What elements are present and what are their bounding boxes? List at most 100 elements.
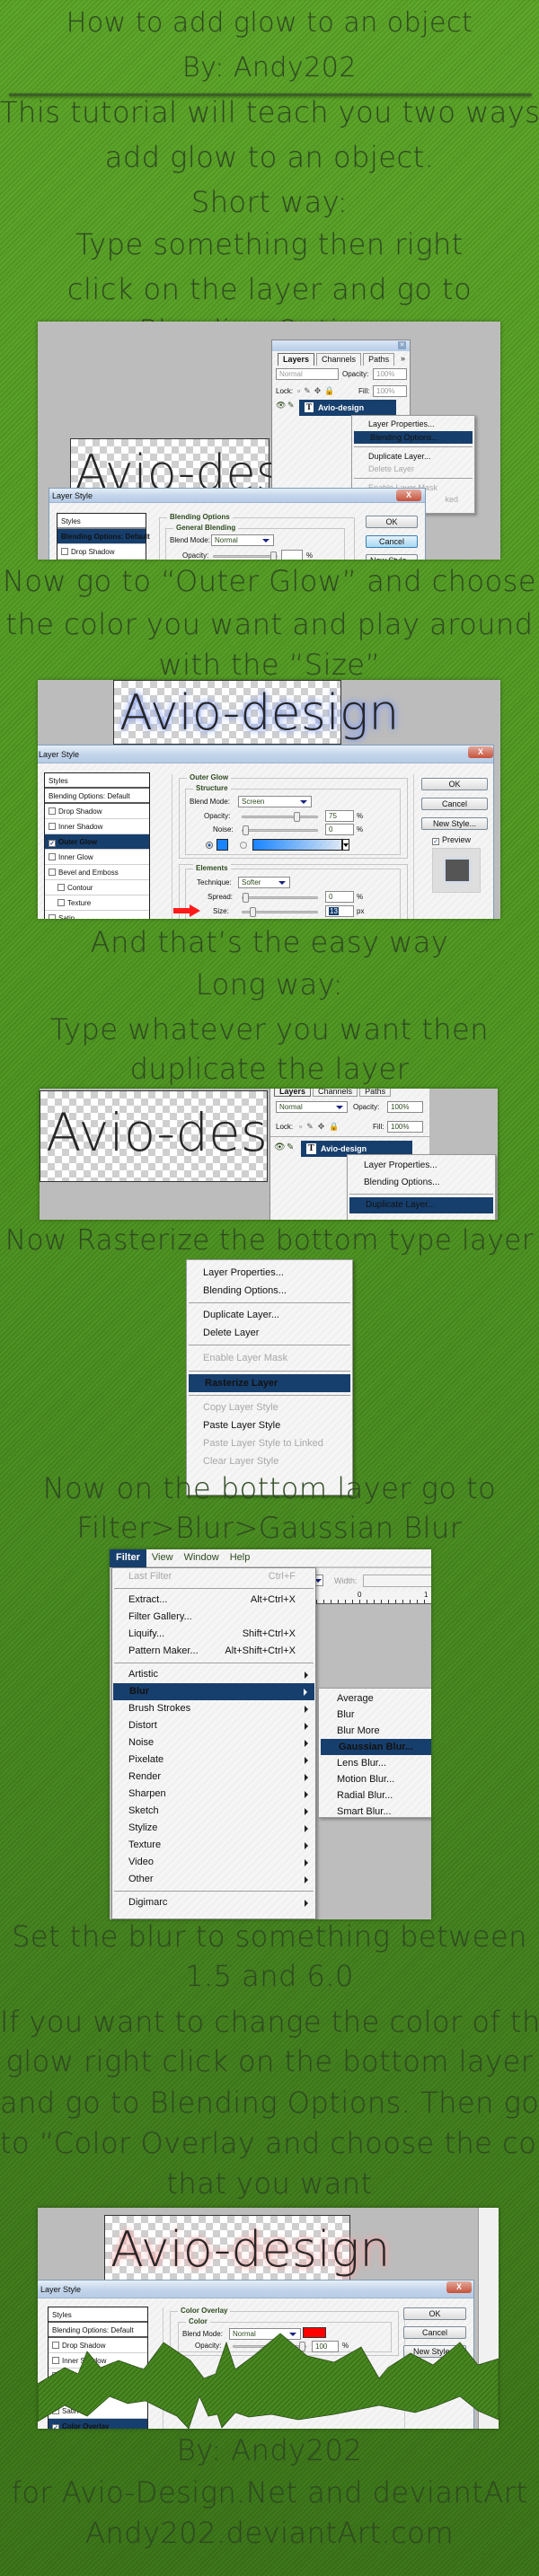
filter-menu-item-digimarc[interactable]: Digimarc: [112, 1894, 315, 1911]
technique-select[interactable]: Softer: [238, 877, 290, 888]
menu-item-layer-properties[interactable]: Layer Properties...: [187, 1264, 352, 1282]
filter-menu-item-stylize[interactable]: Stylize: [112, 1820, 315, 1837]
checkbox-checked[interactable]: ✓: [49, 840, 56, 847]
checkbox[interactable]: [49, 807, 56, 815]
preview-checkbox[interactable]: ✓Preview: [432, 835, 471, 845]
menu-item-blending-options[interactable]: Blending Options...: [354, 431, 473, 444]
opacity-field[interactable]: 100%: [373, 368, 407, 380]
blend-mode-select[interactable]: Normal: [211, 534, 274, 546]
style-item-drop-shadow[interactable]: Drop Shadow: [45, 804, 149, 819]
filter-menu-item-extract[interactable]: Extract... Alt+Ctrl+X: [112, 1592, 315, 1609]
checkbox[interactable]: [57, 899, 65, 906]
gradient-radio[interactable]: [240, 842, 247, 849]
style-item-bevel-emboss[interactable]: Bevel and Emboss: [45, 865, 149, 880]
menu-item-blending-options[interactable]: Blending Options...: [348, 1174, 495, 1191]
filter-menu-item-distort[interactable]: Distort: [112, 1717, 315, 1734]
ok-button[interactable]: OK: [366, 516, 418, 528]
blur-submenu-item-radial-blur[interactable]: Radial Blur...: [319, 1787, 431, 1804]
filter-menu-item-filter-gallery[interactable]: Filter Gallery...: [112, 1609, 315, 1626]
filter-menu-item-brush-strokes[interactable]: Brush Strokes: [112, 1700, 315, 1717]
menu-item-layer-properties[interactable]: Layer Properties...: [348, 1157, 495, 1174]
filter-menu-item-pattern-maker[interactable]: Pattern Maker... Alt+Shift+Ctrl+X: [112, 1643, 315, 1660]
style-item-inner-glow[interactable]: Inner Glow: [45, 850, 149, 865]
blur-submenu-item-motion-blur[interactable]: Motion Blur...: [319, 1771, 431, 1787]
style-item-outer-glow[interactable]: ✓ Outer Glow: [45, 834, 149, 850]
noise-field[interactable]: 0: [325, 824, 354, 835]
checkbox[interactable]: [49, 823, 56, 830]
lock-icons[interactable]: ▫✎✥🔒: [299, 1122, 343, 1132]
layer-row[interactable]: T Avio-design: [299, 400, 396, 416]
lock-icons[interactable]: ▫✎✥🔒: [297, 386, 338, 396]
checkbox-checked[interactable]: ✓: [432, 838, 439, 845]
menu-item-blending-options[interactable]: Blending Options...: [187, 1282, 352, 1300]
cancel-button[interactable]: Cancel: [366, 535, 418, 548]
blend-mode-select[interactable]: Screen: [238, 796, 312, 807]
styles-header[interactable]: Styles: [45, 773, 149, 789]
tab-channels[interactable]: Channels: [313, 1089, 358, 1097]
checkbox[interactable]: [57, 884, 65, 891]
tab-layers[interactable]: Layers: [278, 353, 315, 366]
style-item-contour[interactable]: Contour: [45, 880, 149, 895]
slider-thumb[interactable]: [243, 893, 249, 903]
menu-item-duplicate-layer[interactable]: Duplicate Layer...: [352, 450, 474, 463]
menu-item-layer-properties[interactable]: Layer Properties...: [352, 418, 474, 431]
size-slider[interactable]: [242, 907, 318, 917]
spread-slider[interactable]: [242, 893, 318, 903]
filter-menu-item-sketch[interactable]: Sketch: [112, 1803, 315, 1820]
tab-channels[interactable]: Channels: [316, 353, 362, 366]
style-item-blending-options[interactable]: Blending Options: Default: [57, 529, 150, 544]
filter-menu-item-noise[interactable]: Noise: [112, 1734, 315, 1751]
opacity-field[interactable]: 75: [325, 810, 354, 822]
tab-layers[interactable]: Layers: [274, 1089, 312, 1097]
brush-icon[interactable]: ✎: [287, 1142, 297, 1155]
menu-window[interactable]: Window: [179, 1549, 225, 1567]
filter-menu-item-artistic[interactable]: Artistic: [112, 1666, 315, 1683]
opacity-slider[interactable]: [213, 551, 278, 560]
menu-item-delete-layer[interactable]: Delete Layer: [187, 1324, 352, 1342]
checkbox[interactable]: [49, 869, 56, 876]
filter-menu-item-texture[interactable]: Texture: [112, 1837, 315, 1854]
close-icon[interactable]: X: [396, 490, 421, 501]
blur-submenu-item-blur-more[interactable]: Blur More: [319, 1723, 431, 1739]
style-item-blending-options[interactable]: Blending Options: Default: [45, 789, 149, 804]
menu-help[interactable]: Help: [225, 1549, 256, 1567]
menu-filter[interactable]: Filter: [110, 1549, 146, 1567]
tab-paths[interactable]: Paths: [363, 353, 395, 366]
new-style-button[interactable]: New Style...: [421, 817, 488, 830]
blur-submenu-item-blur[interactable]: Blur: [319, 1707, 431, 1723]
tab-paths[interactable]: Paths: [359, 1089, 392, 1097]
filter-menu-item-sharpen[interactable]: Sharpen: [112, 1786, 315, 1803]
eye-icon[interactable]: 👁: [274, 1142, 286, 1155]
blur-submenu-item-average[interactable]: Average: [319, 1690, 431, 1707]
blur-submenu-item-lens-blur[interactable]: Lens Blur...: [319, 1755, 431, 1771]
menu-item-paste-layer-style[interactable]: Paste Layer Style: [187, 1416, 352, 1434]
solid-color-radio[interactable]: [206, 842, 213, 849]
blur-submenu-item-smart-blur[interactable]: Smart Blur...: [319, 1804, 431, 1820]
panel-close-icon[interactable]: ✕: [398, 341, 406, 349]
close-icon[interactable]: X: [468, 746, 493, 758]
filter-menu-item-render[interactable]: Render: [112, 1769, 315, 1786]
cancel-button[interactable]: Cancel: [421, 798, 488, 810]
styles-header[interactable]: Styles: [57, 514, 146, 529]
blend-mode-select[interactable]: Normal: [276, 1101, 348, 1113]
fill-field[interactable]: 100%: [387, 1121, 423, 1133]
fill-field[interactable]: 100%: [373, 385, 407, 397]
style-item-drop-shadow[interactable]: Drop Shadow: [57, 544, 146, 560]
filter-menu-item-other[interactable]: Other: [112, 1871, 315, 1888]
style-item-texture[interactable]: Texture: [45, 895, 149, 911]
width-field[interactable]: [363, 1575, 431, 1587]
filter-menu-item-pixelate[interactable]: Pixelate: [112, 1751, 315, 1769]
slider-thumb[interactable]: [243, 825, 249, 835]
style-item-inner-shadow[interactable]: Inner Shadow: [45, 819, 149, 834]
filter-menu-item-video[interactable]: Video: [112, 1854, 315, 1871]
brush-icon[interactable]: ✎: [287, 401, 297, 413]
menu-item-rasterize-layer[interactable]: Rasterize Layer: [189, 1374, 350, 1392]
slider-thumb[interactable]: [294, 812, 300, 822]
opacity-slider[interactable]: [242, 812, 318, 822]
filter-menu-item-blur[interactable]: Blur: [113, 1683, 314, 1700]
size-field[interactable]: 13: [325, 905, 354, 917]
style-item-satin[interactable]: Satin: [45, 911, 149, 919]
checkbox[interactable]: [49, 914, 56, 919]
noise-slider[interactable]: [242, 825, 318, 835]
glow-color-swatch[interactable]: [216, 839, 228, 851]
